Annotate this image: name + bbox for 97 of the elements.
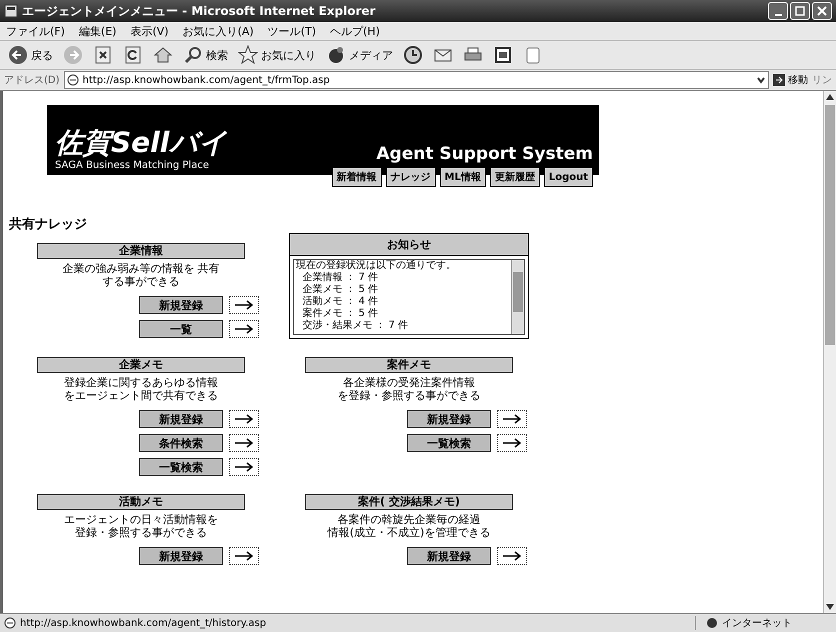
arrow-button[interactable]	[229, 296, 259, 314]
arrow-icon	[234, 438, 254, 448]
arrow-button[interactable]	[497, 410, 527, 428]
notice-line: 案件メモ : 5 件	[301, 308, 379, 320]
arrow-button[interactable]	[229, 434, 259, 452]
close-button[interactable]	[812, 2, 832, 20]
panel-header: 企業情報	[37, 243, 245, 259]
panel-header: 企業メモ	[37, 357, 245, 373]
scrollbar[interactable]	[823, 91, 836, 613]
arrow-icon	[502, 438, 522, 448]
arrow-icon	[234, 551, 254, 561]
action-button[interactable]: 新規登録	[139, 410, 223, 428]
action-button[interactable]: 一覧検索	[139, 458, 223, 476]
maximize-button[interactable]	[790, 2, 810, 20]
refresh-icon	[123, 45, 143, 65]
arrow-icon	[502, 414, 522, 424]
panel-description: する事ができる	[102, 275, 180, 288]
arrow-icon	[234, 300, 254, 310]
toolbar-button[interactable]	[401, 45, 425, 65]
action-button[interactable]: 一覧検索	[407, 434, 491, 452]
notice-line: 活動メモ : 4 件	[301, 296, 379, 308]
panel-description: 情報(成立・不成立)を管理できる	[328, 526, 490, 539]
browser-icon	[4, 4, 18, 18]
menu-item[interactable]: 編集(E)	[78, 24, 116, 38]
arrow-icon	[502, 551, 522, 561]
notice-title: お知らせ	[290, 234, 528, 256]
notice-line: 現在の登録状況は以下の通りです。	[296, 260, 457, 272]
address-field[interactable]: http://asp.knowhowbank.com/agent_t/frmTop.asp	[64, 71, 769, 89]
action-button[interactable]: 条件検索	[139, 434, 223, 452]
nav-button[interactable]: ML情報	[440, 167, 486, 187]
toolbar-button[interactable]: 検索	[181, 45, 230, 65]
down-arrow-icon[interactable]	[826, 604, 834, 610]
scrollbar[interactable]	[511, 260, 524, 334]
arrow-button[interactable]	[497, 547, 527, 565]
tagline: SAGA Business Matching Place	[55, 160, 210, 171]
menu-item[interactable]: 表示(V)	[130, 24, 169, 38]
menu-item[interactable]: ファイル(F)	[6, 24, 65, 38]
action-button[interactable]: 一覧	[139, 320, 223, 338]
minimize-icon	[774, 14, 782, 16]
minimize-button[interactable]	[768, 2, 788, 20]
home-icon	[153, 45, 173, 65]
arrow-button[interactable]	[229, 410, 259, 428]
address-label: アドレス(D)	[4, 74, 60, 87]
panel-header: 案件( 交渉結果メモ)	[305, 494, 513, 510]
notice-line: 企業メモ : 5 件	[301, 284, 379, 296]
panel-description: 企業の強み弱み等の情報を 共有	[62, 262, 220, 275]
arrow-icon	[234, 462, 254, 472]
nav-button[interactable]: ナレッジ	[386, 167, 436, 187]
action-button[interactable]: 新規登録	[407, 410, 491, 428]
panel-description: 登録・参照する事ができる	[75, 526, 207, 539]
go-arrow-icon	[773, 74, 785, 86]
toolbar-button[interactable]: 戻る	[6, 45, 55, 65]
close-icon	[817, 6, 827, 16]
clock-icon	[403, 45, 423, 65]
star-icon	[238, 45, 258, 65]
toolbar-button[interactable]: メディア	[324, 45, 395, 65]
system-title: Agent Support System	[376, 144, 593, 164]
site-logo: 佐賀Sellバイ	[55, 126, 228, 160]
links-label[interactable]: リン	[812, 73, 832, 87]
nav-button[interactable]: 新着情報	[332, 167, 382, 187]
panel-description: 各案件の斡旋先企業毎の経過	[338, 513, 480, 526]
arrow-button[interactable]	[229, 547, 259, 565]
status-text: http://asp.knowhowbank.com/agent_t/history.asp	[20, 618, 266, 628]
stop-icon	[93, 45, 113, 65]
panel-description: を登録・参照する事ができる	[338, 389, 480, 402]
search-icon	[183, 45, 203, 65]
menu-item[interactable]: ツール(T)	[268, 24, 316, 38]
zone-label: インターネット	[722, 617, 792, 630]
notice-line: 交渉・結果メモ : 7 件	[301, 320, 409, 332]
nav-button[interactable]: Logout	[544, 167, 593, 187]
notice-line: 企業情報 : 7 件	[301, 272, 379, 284]
section-heading: 共有ナレッジ	[9, 216, 88, 233]
arrow-button[interactable]	[229, 320, 259, 338]
go-button[interactable]: 移動	[773, 73, 808, 87]
arrow-icon	[234, 414, 254, 424]
nav-button[interactable]: 更新履歴	[490, 167, 540, 187]
toolbar-button[interactable]: お気に入り	[236, 45, 318, 65]
panel-description: をエージェント間で共有できる	[64, 389, 218, 402]
action-button[interactable]: 新規登録	[407, 547, 491, 565]
dropdown-icon[interactable]	[756, 75, 766, 85]
menu-item[interactable]: ヘルプ(H)	[330, 24, 380, 38]
panel-description: 各企業様の受発注案件情報	[343, 376, 475, 389]
arrow-button[interactable]	[229, 458, 259, 476]
document-icon	[493, 45, 513, 65]
menu-item[interactable]: お気に入り(A)	[182, 24, 254, 38]
toolbar-button[interactable]	[151, 45, 175, 65]
panel-header: 案件メモ	[305, 357, 513, 373]
up-arrow-icon[interactable]	[826, 94, 834, 100]
panel-description: 登録企業に関するあらゆる情報	[64, 376, 218, 389]
action-button[interactable]: 新規登録	[139, 296, 223, 314]
maximize-icon	[795, 6, 805, 16]
arrow-icon	[234, 324, 254, 334]
panel-description: エージェントの日々活動情報を	[64, 513, 218, 526]
window-title: エージェントメインメニュー - Microsoft Internet Explorer	[22, 2, 376, 20]
arrow-button[interactable]	[497, 434, 527, 452]
panel-header: 活動メモ	[37, 494, 245, 510]
action-button[interactable]: 新規登録	[139, 547, 223, 565]
